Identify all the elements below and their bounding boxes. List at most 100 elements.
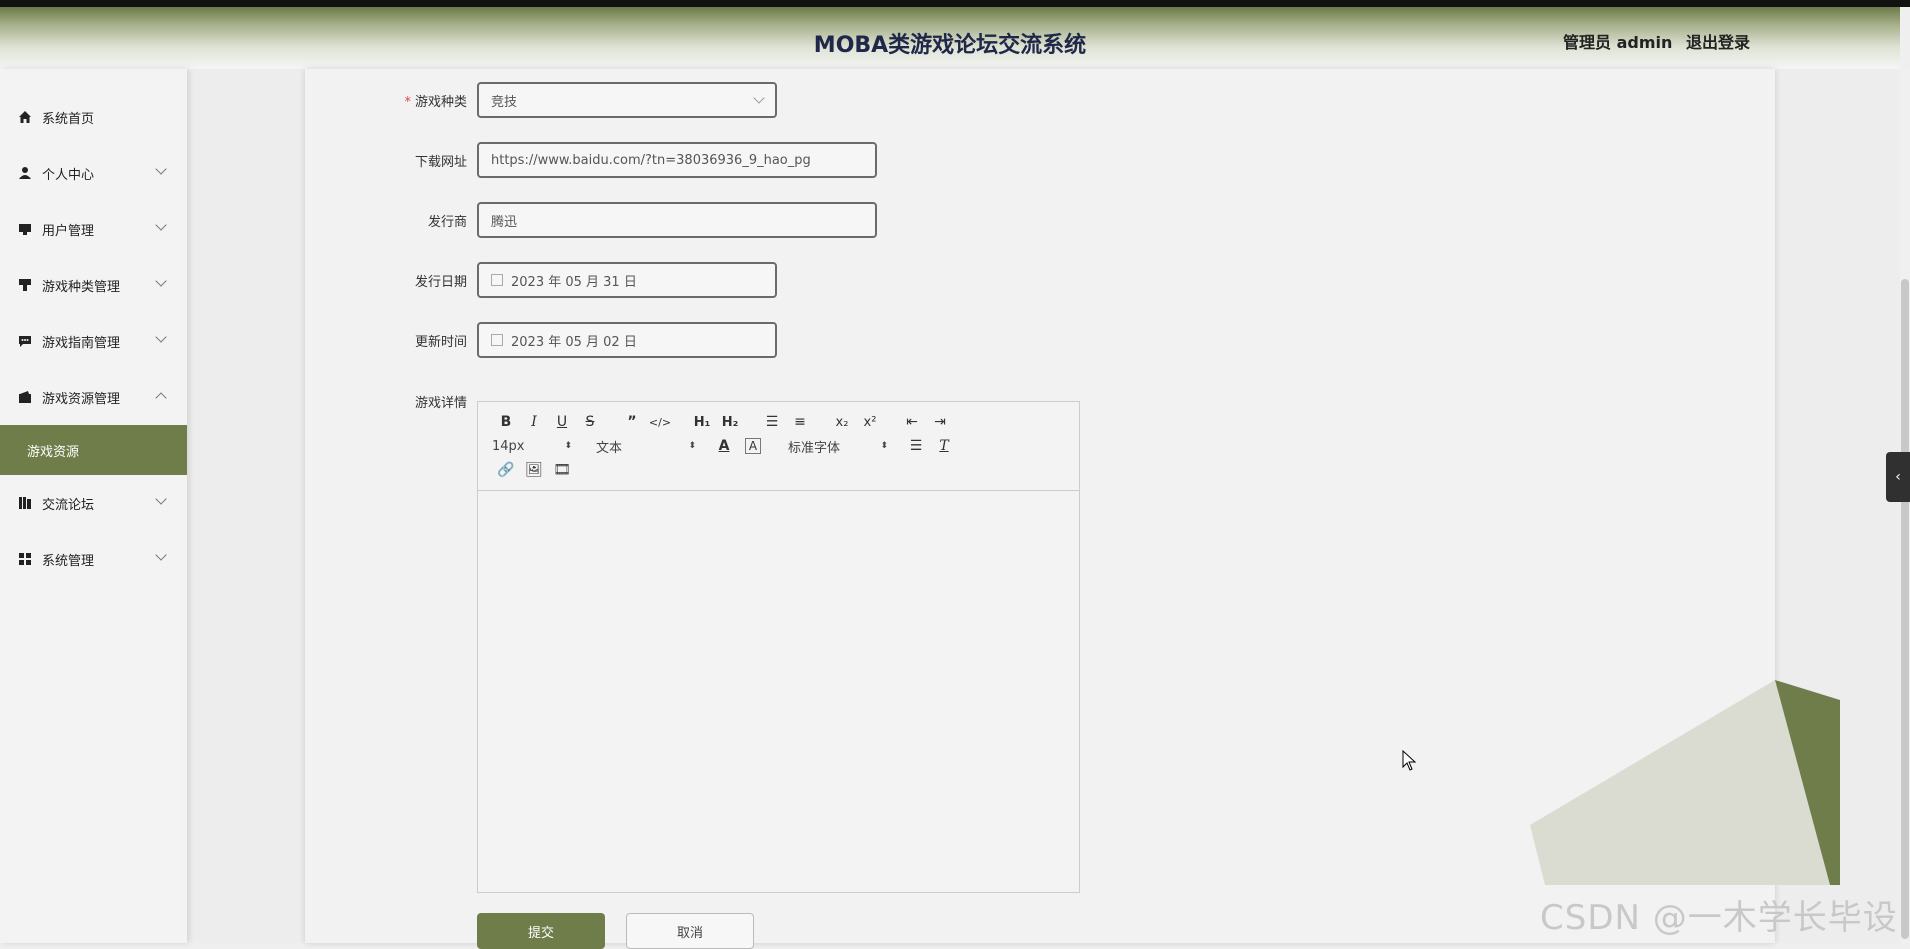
update-time-picker[interactable]: 2023 年 05 月 02 日 bbox=[477, 322, 777, 358]
background-color-icon[interactable]: A bbox=[745, 438, 761, 454]
window-top-border bbox=[0, 0, 1910, 7]
sidebar-item-users[interactable]: 用户管理 bbox=[0, 201, 187, 257]
chevron-up-icon bbox=[155, 392, 167, 404]
scrollbar-thumb[interactable] bbox=[1901, 279, 1909, 939]
form-row-publisher: 发行商 腾迅 bbox=[330, 202, 877, 238]
mouse-cursor-icon bbox=[1402, 750, 1417, 771]
wallet-icon bbox=[19, 391, 31, 403]
superscript-icon[interactable]: x² bbox=[856, 411, 884, 433]
chevron-down-icon bbox=[155, 331, 167, 343]
logout-link[interactable]: 退出登录 bbox=[1686, 33, 1750, 52]
monitor-icon bbox=[19, 224, 31, 235]
sidebar-item-game-resource[interactable]: 游戏资源管理 bbox=[0, 369, 187, 425]
video-icon[interactable]: 🎞 bbox=[548, 459, 576, 481]
cancel-button[interactable]: 取消 bbox=[626, 913, 754, 949]
sidebar-item-game-guide[interactable]: 游戏指南管理 bbox=[0, 313, 187, 369]
sidebar-item-home[interactable]: 系统首页 bbox=[0, 89, 187, 145]
chevron-down-icon bbox=[753, 92, 765, 104]
font-size-value: 14px bbox=[492, 438, 525, 454]
bold-icon[interactable]: B bbox=[492, 411, 520, 433]
books-icon bbox=[19, 497, 31, 509]
updown-icon: ⬍ bbox=[880, 441, 888, 451]
sidebar-item-game-category[interactable]: 游戏种类管理 bbox=[0, 257, 187, 313]
chat-icon bbox=[19, 336, 31, 347]
collapse-panel-tab[interactable]: ‹ bbox=[1886, 452, 1910, 502]
release-date-value: 2023 年 05 月 31 日 bbox=[511, 274, 637, 290]
sidebar-item-label: 系统管理 bbox=[42, 553, 95, 569]
align-icon[interactable]: ☰ bbox=[902, 435, 930, 457]
subscript-icon[interactable]: x₂ bbox=[828, 411, 856, 433]
sidebar: 系统首页 个人中心 用户管理 游戏种类管理 游戏指南管理 游戏资源管理 游戏资源… bbox=[0, 69, 187, 943]
editor-content-area[interactable] bbox=[478, 491, 1079, 891]
grid-icon bbox=[19, 553, 31, 565]
chevron-down-icon bbox=[155, 549, 167, 561]
url-label: 下载网址 bbox=[414, 154, 467, 170]
sidebar-item-label: 用户管理 bbox=[42, 223, 95, 239]
sidebar-item-forum[interactable]: 交流论坛 bbox=[0, 475, 187, 531]
publisher-input[interactable]: 腾迅 bbox=[477, 202, 877, 238]
heading1-icon[interactable]: H₁ bbox=[688, 411, 716, 433]
submit-button[interactable]: 提交 bbox=[477, 913, 605, 949]
update-time-value: 2023 年 05 月 02 日 bbox=[511, 334, 637, 350]
updown-icon: ⬍ bbox=[688, 441, 696, 451]
form-row-detail: 游戏详情 bbox=[330, 392, 477, 411]
sidebar-item-label: 交流论坛 bbox=[42, 497, 95, 513]
strikethrough-icon[interactable]: S bbox=[576, 411, 604, 433]
form-row-category: * 游戏种类 竞技 bbox=[330, 82, 777, 118]
url-value: https://www.baidu.com/?tn=38036936_9_hao… bbox=[491, 152, 811, 168]
app-header: MOBA类游戏论坛交流系统 管理员 admin 退出登录 bbox=[0, 7, 1900, 69]
vertical-scrollbar[interactable] bbox=[1900, 69, 1910, 943]
header-user-area: 管理员 admin 退出登录 bbox=[1555, 29, 1750, 53]
sidebar-item-label: 个人中心 bbox=[42, 167, 95, 183]
outdent-icon[interactable]: ⇤ bbox=[898, 411, 926, 433]
release-date-label: 发行日期 bbox=[414, 274, 467, 290]
form-row-url: 下载网址 https://www.baidu.com/?tn=38036936_… bbox=[330, 142, 877, 178]
sidebar-item-label: 游戏种类管理 bbox=[42, 279, 121, 295]
updown-icon: ⬍ bbox=[564, 441, 572, 451]
calendar-icon bbox=[491, 274, 503, 286]
image-icon[interactable]: 🖼 bbox=[520, 459, 548, 481]
underline-icon[interactable]: U bbox=[548, 411, 576, 433]
font-color-icon[interactable]: A bbox=[710, 435, 738, 457]
code-block-icon[interactable]: </> bbox=[646, 411, 674, 433]
link-icon[interactable]: 🔗 bbox=[492, 459, 520, 481]
clear-format-icon[interactable]: T bbox=[930, 435, 958, 457]
sidebar-subitem-game-resource[interactable]: 游戏资源 bbox=[0, 425, 187, 475]
chevron-left-icon: ‹ bbox=[1895, 469, 1901, 485]
chevron-down-icon bbox=[155, 493, 167, 505]
release-date-picker[interactable]: 2023 年 05 月 31 日 bbox=[477, 262, 777, 298]
bullet-list-icon[interactable]: ≡ bbox=[786, 411, 814, 433]
heading2-icon[interactable]: H₂ bbox=[716, 411, 744, 433]
home-icon bbox=[19, 111, 31, 123]
text-type-value: 文本 bbox=[596, 440, 623, 456]
publisher-label: 发行商 bbox=[427, 214, 467, 230]
sidebar-item-label: 游戏资源管理 bbox=[42, 391, 121, 407]
watermark: CSDN @一木学长毕设 bbox=[1540, 898, 1898, 938]
text-type-select[interactable]: 文本 ⬍ bbox=[586, 437, 696, 456]
font-family-value: 标准字体 bbox=[788, 440, 841, 456]
user-label: 管理员 admin bbox=[1563, 33, 1673, 52]
font-family-select[interactable]: 标准字体 ⬍ bbox=[768, 437, 888, 456]
sidebar-item-system[interactable]: 系统管理 bbox=[0, 531, 187, 587]
indent-icon[interactable]: ⇥ bbox=[926, 411, 954, 433]
category-select[interactable]: 竞技 bbox=[477, 82, 777, 118]
category-label: * 游戏种类 bbox=[404, 94, 467, 110]
url-input[interactable]: https://www.baidu.com/?tn=38036936_9_hao… bbox=[477, 142, 877, 178]
font-size-select[interactable]: 14px ⬍ bbox=[492, 439, 572, 454]
italic-icon[interactable]: I bbox=[520, 411, 548, 433]
chevron-down-icon bbox=[155, 163, 167, 175]
sidebar-item-label: 系统首页 bbox=[42, 111, 95, 127]
update-time-label: 更新时间 bbox=[414, 334, 467, 350]
sidebar-item-profile[interactable]: 个人中心 bbox=[0, 145, 187, 201]
blockquote-icon[interactable]: ” bbox=[618, 411, 646, 433]
person-icon bbox=[19, 167, 31, 179]
ordered-list-icon[interactable]: ☰ bbox=[758, 411, 786, 433]
category-value: 竞技 bbox=[491, 94, 518, 110]
form-row-update-time: 更新时间 2023 年 05 月 02 日 bbox=[330, 322, 777, 358]
form-row-release-date: 发行日期 2023 年 05 月 31 日 bbox=[330, 262, 777, 298]
rich-text-editor: B I U S ” </> H₁ H₂ ☰ ≡ x₂ x² ⇤ ⇥ 14px ⬍ … bbox=[477, 401, 1080, 893]
chevron-down-icon bbox=[155, 219, 167, 231]
required-mark: * bbox=[404, 94, 411, 110]
chevron-down-icon bbox=[155, 275, 167, 287]
sidebar-item-label: 游戏指南管理 bbox=[42, 335, 121, 351]
